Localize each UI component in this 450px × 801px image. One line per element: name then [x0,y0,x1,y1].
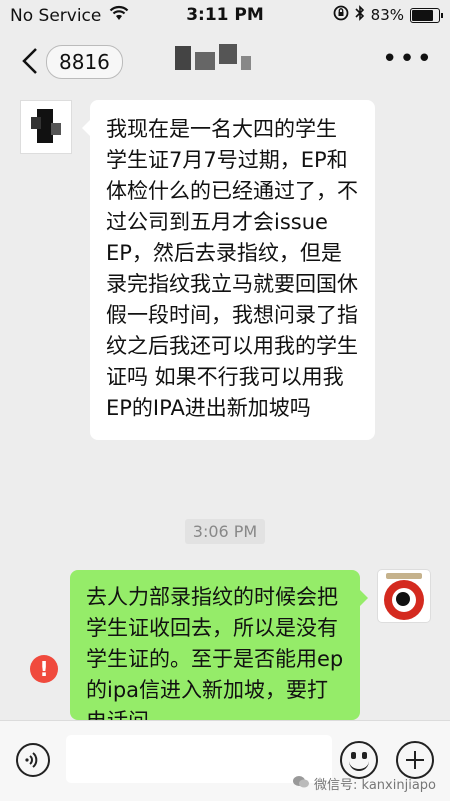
bluetooth-icon [355,5,365,25]
input-bar: 微信号: kanxinjiapo [0,720,450,801]
wechat-icon [292,775,310,793]
send-failed-icon[interactable]: ! [30,655,58,683]
contact-avatar-pixelated[interactable] [20,100,72,154]
user-avatar-logo[interactable] [378,570,430,622]
bubble-tail [360,590,368,606]
status-right: 83% [333,5,443,25]
unread-count-badge[interactable]: 8816 [46,45,123,79]
battery-percent: 83% [370,6,404,24]
watermark-text: 微信号: kanxinjiapo [314,778,436,793]
timestamp-label: 3:06 PM [184,519,266,544]
chat-header: 8816 ••• [0,30,450,90]
message-timestamp: 3:06 PM [0,519,450,544]
more-options-icon[interactable]: ••• [382,44,434,74]
back-chevron-icon[interactable] [14,44,48,78]
status-bar: No Service 3:11 PM 83% [0,0,450,30]
outgoing-message-text: 去人力部录指纹的时候会把学生证收回去，所以是没有学生证的。至于是否能用ep的ip… [86,585,344,720]
chat-title-pixelated [165,40,285,74]
incoming-message-bubble[interactable]: 我现在是一名大四的学生 学生证7月7号过期，EP和体检什么的已经通过了，不过公司… [82,100,375,440]
watermark: 微信号: kanxinjiapo [292,774,436,793]
outgoing-message-bubble[interactable]: 去人力部录指纹的时候会把学生证收回去，所以是没有学生证的。至于是否能用ep的ip… [70,570,360,720]
voice-input-icon[interactable] [16,743,50,777]
battery-icon [410,7,443,23]
incoming-message-text: 我现在是一名大四的学生 学生证7月7号过期，EP和体检什么的已经通过了，不过公司… [106,117,358,420]
rotation-lock-icon [333,5,349,25]
